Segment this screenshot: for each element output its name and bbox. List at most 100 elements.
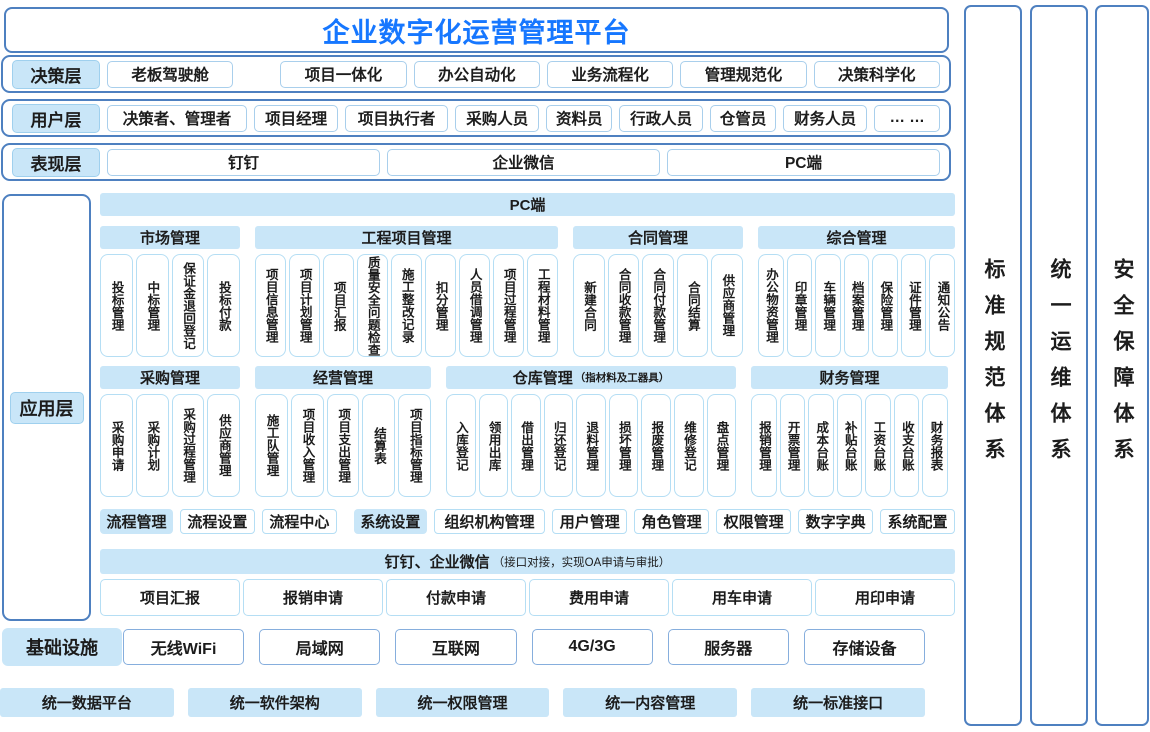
module-group-title: 市场管理 (140, 227, 200, 248)
layer-item: 决策科学化 (814, 61, 940, 88)
layer-item: 行政人员 (619, 105, 703, 132)
module-card-label: 施工队管理 (265, 414, 278, 477)
module-card: 项目指标管理 (398, 394, 431, 497)
layer-item: 老板驾驶舱 (107, 61, 233, 88)
oa-application-card: 付款申请 (386, 579, 526, 616)
module-card-label: 扣分管理 (434, 281, 447, 331)
infrastructure-item: 互联网 (395, 629, 516, 665)
layer-item: 项目经理 (254, 105, 338, 132)
module-card-label: 合同收款管理 (617, 268, 630, 343)
module-card: 办公物资管理 (758, 254, 784, 357)
module-group-header: 市场管理 (100, 226, 240, 249)
oa-application-card: 费用申请 (529, 579, 669, 616)
module-card-label: 档案管理 (850, 281, 863, 331)
process-item: 用户管理 (552, 509, 627, 534)
module-card: 人员借调管理 (459, 254, 490, 357)
module-group-header: 财务管理 (751, 366, 948, 389)
module-card: 保证金退回登记 (172, 254, 205, 357)
module-card: 保险管理 (872, 254, 898, 357)
oa-application-card: 项目汇报 (100, 579, 240, 616)
module-card-label: 办公物资管理 (765, 268, 778, 343)
unified-operation-maintenance-system-bar: 统一运维体系 (1030, 5, 1088, 726)
module-card-label: 通知公告 (936, 281, 949, 331)
unified-platform-row: 统一数据平台统一软件架构统一权限管理统一内容管理统一标准接口 (0, 688, 925, 717)
module-card: 项目过程管理 (493, 254, 524, 357)
module-card-label: 印章管理 (793, 281, 806, 331)
module-group-row-1: 市场管理投标管理中标管理保证金退回登记投标付款工程项目管理项目信息管理项目计划管… (100, 226, 955, 357)
module-card-list: 办公物资管理 印章管理 车辆管理 档案管理保险管理证件管理通知公告 (758, 254, 955, 357)
process-item: 系统配置 (880, 509, 955, 534)
process-item: 数字字典 (798, 509, 873, 534)
infrastructure-item: 服务器 (668, 629, 789, 665)
layer-item: 项目执行者 (345, 105, 448, 132)
module-card: 车辆管理 (815, 254, 841, 357)
module-card: 新建合同 (573, 254, 605, 357)
module-card-label: 借出管理 (520, 421, 533, 471)
module-card: 采购计划 (136, 394, 169, 497)
module-card: 合同收款管理 (608, 254, 640, 357)
module-card-label: 质量安全问题检查 (366, 256, 379, 356)
layer-item: 办公自动化 (414, 61, 540, 88)
module-card: 供应商管理 (207, 394, 240, 497)
oa-application-card: 用车申请 (672, 579, 812, 616)
module-card: 印章管理 (787, 254, 813, 357)
module-card-label: 车辆管理 (822, 281, 835, 331)
module-card: 扣分管理 (425, 254, 456, 357)
process-item: 权限管理 (716, 509, 791, 534)
module-group-title: 合同管理 (628, 227, 688, 248)
module-card-label: 合同结算 (686, 281, 699, 331)
layer-item: 管理规范化 (680, 61, 806, 88)
module-card-list: 报销管理开票管理成本台账补贴台账工资台账收支台账财务报表 (751, 394, 948, 497)
layer-label: 用户层 (12, 104, 100, 133)
module-card: 维修登记 (674, 394, 704, 497)
pc-section-header: PC端 (100, 193, 955, 216)
module-card-list: 项目信息管理项目计划管理项目汇报质量安全问题检查施工整改记录扣分管理人员借调管理… (255, 254, 558, 357)
module-card: 报废管理 (641, 394, 671, 497)
module-group: 综合管理办公物资管理印章管理车辆管理档案管理保险管理证件管理通知公告 (758, 226, 955, 357)
module-card-label: 项目收入管理 (301, 408, 314, 483)
module-group-header: 经营管理 (255, 366, 431, 389)
module-card-label: 采购过程管理 (182, 408, 195, 483)
module-card: 财务报表 (922, 394, 948, 497)
module-card-label: 工资台账 (872, 421, 885, 471)
module-group: 合同管理新建合同合同收款管理合同付款管理合同结算供应商管理 (573, 226, 743, 357)
module-card-label: 合同付款管理 (652, 268, 665, 343)
module-card-label: 投标管理 (110, 281, 123, 331)
presentation-layer-row: 表现层钉钉企业微信PC端 (1, 143, 951, 181)
module-card: 领用出库 (479, 394, 509, 497)
module-card: 项目收入管理 (291, 394, 324, 497)
module-group-title: 采购管理 (140, 367, 200, 388)
module-card-label: 退料管理 (585, 421, 598, 471)
security-assurance-system-bar: 安全保障体系 (1095, 5, 1149, 726)
oa-application-card: 用印申请 (815, 579, 955, 616)
module-card: 项目支出管理 (327, 394, 360, 497)
module-card-label: 人员借调管理 (468, 268, 481, 343)
module-card: 盘点管理 (707, 394, 737, 497)
module-card-label: 补贴台账 (843, 421, 856, 471)
module-card-label: 维修登记 (682, 421, 695, 471)
unified-platform-item: 统一内容管理 (563, 688, 737, 717)
layer-item: 业务流程化 (547, 61, 673, 88)
security-assurance-system-label: 安全保障体系 (1107, 258, 1137, 474)
architecture-diagram: 企业数字化运营管理平台 决策层老板驾驶舱项目一体化办公自动化业务流程化管理规范化… (0, 0, 1150, 732)
module-card: 投标管理 (100, 254, 133, 357)
dingtalk-wechat-subtitle: （接口对接，实现OA申请与审批） (493, 554, 671, 570)
module-card-label: 项目信息管理 (264, 268, 277, 343)
layer-item: 资料员 (546, 105, 612, 132)
module-card-label: 入库登记 (455, 421, 468, 471)
module-card: 项目汇报 (323, 254, 354, 357)
platform-title: 企业数字化运营管理平台 (323, 11, 631, 50)
module-card-label: 收支台账 (900, 421, 913, 471)
user-layer-row: 用户层决策者、管理者项目经理项目执行者采购人员资料员行政人员仓管员财务人员… … (1, 99, 951, 137)
module-card-list: 入库登记领用出库借出管理归还登记退料管理损坏管理报废管理维修登记盘点管理 (446, 394, 736, 497)
module-card: 证件管理 (901, 254, 927, 357)
module-card-label: 采购申请 (110, 421, 123, 471)
layer-item: … … (874, 105, 940, 132)
module-card: 施工队管理 (255, 394, 288, 497)
module-card-label: 项目指标管理 (408, 408, 421, 483)
module-card: 收支台账 (894, 394, 920, 497)
module-card-label: 报废管理 (650, 421, 663, 471)
module-card: 项目计划管理 (289, 254, 320, 357)
module-card-label: 盘点管理 (715, 421, 728, 471)
module-group-title: 工程项目管理 (361, 227, 451, 248)
